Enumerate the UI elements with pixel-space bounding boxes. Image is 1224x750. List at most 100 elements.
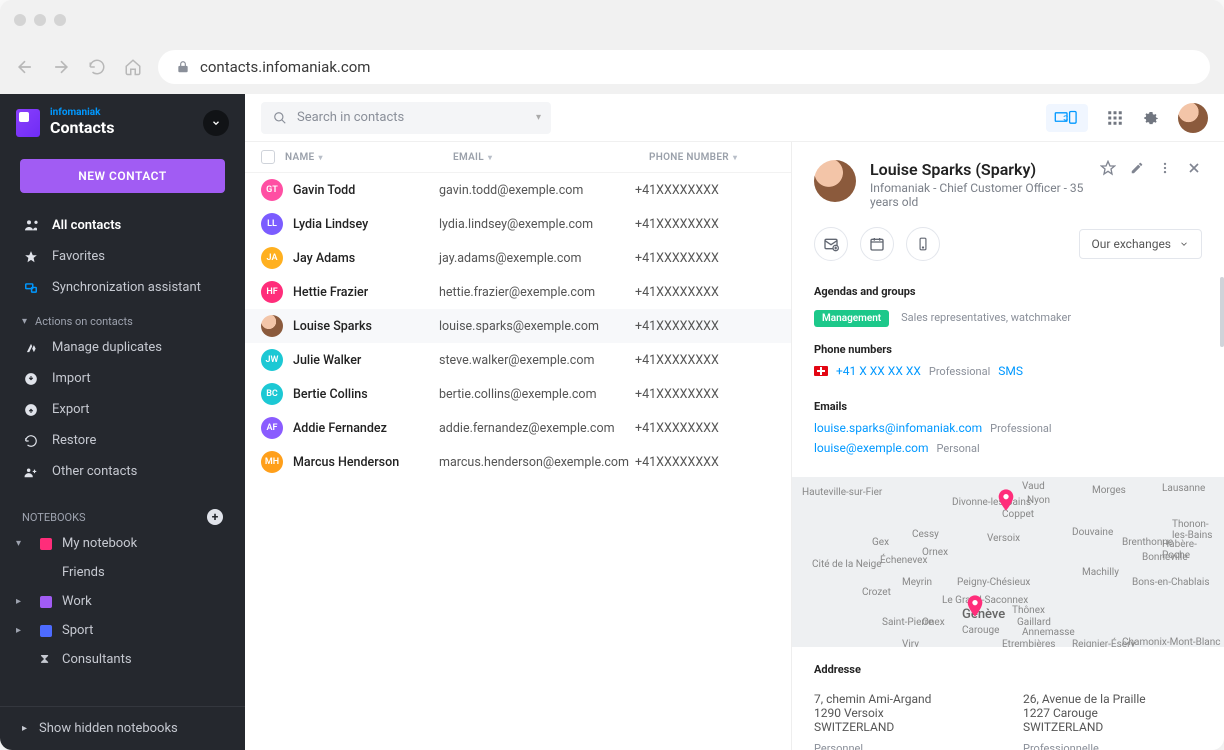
sidebar-item-favorites[interactable]: Favorites: [0, 241, 245, 272]
section-actions[interactable]: ▾Actions on contacts: [0, 303, 245, 332]
phone-button[interactable]: [906, 227, 940, 261]
close-icon[interactable]: [1186, 160, 1202, 180]
contact-avatar: LL: [261, 213, 283, 235]
search-icon: [273, 111, 287, 125]
notebook-my[interactable]: ▾My notebook: [0, 529, 245, 558]
add-notebook-button[interactable]: +: [207, 509, 223, 525]
contact-avatar: JW: [261, 349, 283, 371]
contact-avatar: [261, 315, 283, 337]
sms-link[interactable]: SMS: [998, 364, 1023, 378]
agendas-header: Agendas and groups: [814, 285, 1202, 298]
address-map[interactable]: Genève Coppet Lausanne Vaud Chamonix-Mon…: [792, 477, 1224, 647]
contact-row[interactable]: HFHettie Frazierhettie.frazier@exemple.c…: [245, 275, 791, 309]
detail-subtitle: Infomaniak - Chief Customer Officer - 35…: [870, 181, 1086, 209]
col-header-email[interactable]: EMAIL▾: [453, 152, 649, 163]
notebook-friends[interactable]: Friends: [0, 558, 245, 587]
lock-icon: [176, 60, 190, 74]
address-personal: 7, chemin Ami-Argand 1290 Versoix SWITZE…: [814, 692, 993, 750]
calendar-button[interactable]: [860, 227, 894, 261]
contact-row[interactable]: GTGavin Toddgavin.todd@exemple.com+41XXX…: [245, 173, 791, 207]
col-header-name[interactable]: NAME▾: [285, 152, 453, 163]
forward-icon[interactable]: [50, 56, 72, 78]
sidebar: infomaniak Contacts NEW CONTACT All cont…: [0, 94, 245, 750]
hourglass-icon: ⧗: [40, 652, 52, 667]
address-professional: 26, Avenue de la Praille 1227 Carouge SW…: [1023, 692, 1202, 750]
sidebar-item-other[interactable]: Other contacts: [0, 456, 245, 487]
col-header-phone[interactable]: PHONE NUMBER▾: [649, 152, 775, 163]
select-all-checkbox[interactable]: [261, 150, 275, 164]
contact-avatar: AF: [261, 417, 283, 439]
search-input[interactable]: Search in contacts ▾: [261, 102, 551, 134]
contact-avatar: JA: [261, 247, 283, 269]
home-icon[interactable]: [122, 56, 144, 78]
send-email-button[interactable]: [814, 227, 848, 261]
email-link-2[interactable]: louise@exemple.com: [814, 441, 929, 455]
contact-row[interactable]: AFAddie Fernandezaddie.fernandez@exemple…: [245, 411, 791, 445]
user-avatar[interactable]: [1178, 103, 1208, 133]
duplicates-icon: [22, 341, 40, 355]
phone-link[interactable]: +41 X XX XX XX: [836, 364, 921, 378]
more-vert-icon[interactable]: [1158, 160, 1172, 179]
contact-row[interactable]: BCBertie Collinsbertie.collins@exemple.c…: [245, 377, 791, 411]
url-text: contacts.infomaniak.com: [200, 58, 370, 76]
new-contact-button[interactable]: NEW CONTACT: [20, 159, 225, 193]
url-bar[interactable]: contacts.infomaniak.com: [158, 50, 1210, 84]
show-hidden-notebooks[interactable]: ▸Show hidden notebooks: [0, 706, 245, 750]
window-titlebar: [0, 0, 1224, 40]
notebook-consultants[interactable]: ▸⧗Consultants: [0, 645, 245, 674]
sidebar-item-sync[interactable]: Synchronization assistant: [0, 272, 245, 303]
email-link-1[interactable]: louise.sparks@infomaniak.com: [814, 421, 982, 435]
contact-avatar: BC: [261, 383, 283, 405]
contact-avatar: GT: [261, 179, 283, 201]
contact-detail-panel: Louise Sparks (Sparky) Infomaniak - Chie…: [792, 142, 1224, 750]
favorite-star-icon[interactable]: [1100, 160, 1116, 180]
window-min-dot[interactable]: [34, 14, 46, 26]
contact-row[interactable]: JAJay Adamsjay.adams@exemple.com+41XXXXX…: [245, 241, 791, 275]
contact-row[interactable]: JWJulie Walkersteve.walker@exemple.com+4…: [245, 343, 791, 377]
window-max-dot[interactable]: [54, 14, 66, 26]
contact-avatar: HF: [261, 281, 283, 303]
sync-devices-button[interactable]: [1046, 104, 1088, 132]
contact-avatar: MH: [261, 451, 283, 473]
sidebar-item-export[interactable]: Export: [0, 394, 245, 425]
detail-avatar: [814, 160, 856, 202]
back-icon[interactable]: [14, 56, 36, 78]
star-icon: [22, 250, 40, 264]
address-header: Addresse: [814, 663, 1202, 676]
contact-row[interactable]: MHMarcus Hendersonmarcus.henderson@exemp…: [245, 445, 791, 479]
phones-header: Phone numbers: [814, 343, 1202, 356]
brand-small: infomaniak: [50, 108, 114, 118]
other-contacts-icon: [22, 465, 40, 479]
contact-row[interactable]: LLLydia Lindseylydia.lindsey@exemple.com…: [245, 207, 791, 241]
detail-name: Louise Sparks (Sparky): [870, 160, 1086, 179]
settings-gear-icon[interactable]: [1142, 109, 1160, 127]
sidebar-item-import[interactable]: Import: [0, 363, 245, 394]
map-pin-icon: [967, 595, 983, 611]
notebook-work[interactable]: ▸Work: [0, 587, 245, 616]
sidebar-item-all-contacts[interactable]: All contacts: [0, 209, 245, 241]
people-icon: [22, 217, 40, 233]
reload-icon[interactable]: [86, 56, 108, 78]
map-pin-icon: [998, 489, 1014, 505]
notebook-sport[interactable]: ▸Sport: [0, 616, 245, 645]
app-switcher-dropdown[interactable]: [203, 110, 229, 136]
sync-icon: [22, 281, 40, 295]
restore-icon: [22, 434, 40, 448]
sidebar-item-duplicates[interactable]: Manage duplicates: [0, 332, 245, 363]
emails-header: Emails: [814, 400, 1202, 413]
app-logo-icon: [16, 109, 40, 137]
section-notebooks: NOTEBOOKS+: [0, 497, 245, 529]
brand-name: Contacts: [50, 118, 114, 137]
contacts-list: NAME▾ EMAIL▾ PHONE NUMBER▾ GTGavin Toddg…: [245, 142, 792, 750]
tag-management[interactable]: Management: [814, 310, 889, 327]
contact-row[interactable]: Louise Sparkslouise.sparks@exemple.com+4…: [245, 309, 791, 343]
window-close-dot[interactable]: [14, 14, 26, 26]
export-icon: [22, 403, 40, 417]
sidebar-item-restore[interactable]: Restore: [0, 425, 245, 456]
edit-pencil-icon[interactable]: [1130, 160, 1144, 179]
chevron-down-icon[interactable]: ▾: [536, 112, 541, 123]
apps-grid-icon[interactable]: [1106, 109, 1124, 127]
swiss-flag-icon: [814, 366, 828, 376]
our-exchanges-dropdown[interactable]: Our exchanges: [1079, 229, 1202, 259]
import-icon: [22, 372, 40, 386]
